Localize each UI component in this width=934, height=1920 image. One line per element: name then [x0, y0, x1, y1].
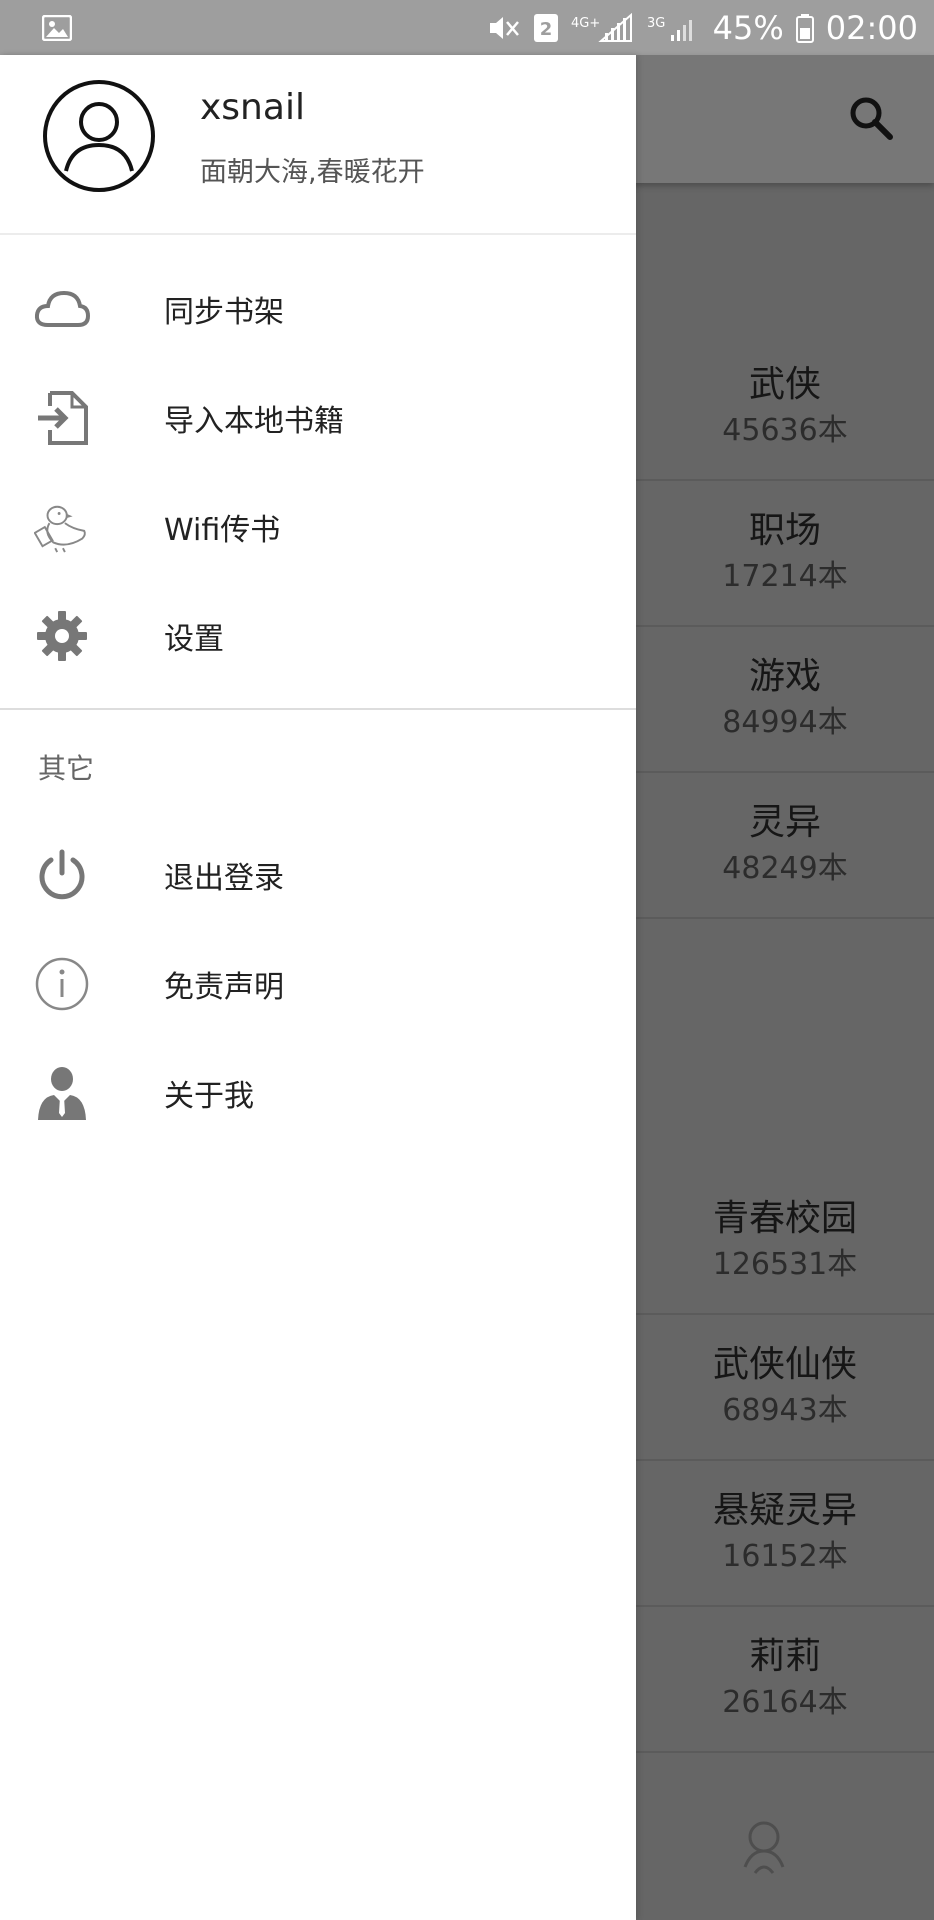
- menu-label: 导入本地书籍: [164, 404, 344, 439]
- menu-item-settings[interactable]: 设置: [0, 582, 636, 690]
- svg-text:2: 2: [539, 19, 552, 40]
- category-item[interactable]: 游戏 84994本: [636, 627, 934, 773]
- category-name: 莉莉: [748, 1636, 821, 1677]
- cloud-icon: [34, 281, 90, 337]
- category-item[interactable]: 武侠仙侠 68943本: [636, 1315, 934, 1461]
- menu-item-sync-shelf[interactable]: 同步书架: [0, 255, 636, 363]
- username: xsnail: [200, 87, 305, 128]
- category-name: 武侠: [748, 364, 821, 405]
- sim2-icon: 2: [533, 13, 559, 43]
- category-count: 17214本: [722, 559, 848, 594]
- bottom-nav-icon[interactable]: [733, 1815, 795, 1877]
- status-bar: 2 4G+ 3G 45% 02:00: [0, 0, 934, 55]
- category-name: 青春校园: [712, 1198, 857, 1239]
- section-title-other: 其它: [38, 752, 95, 785]
- category-count: 68943本: [722, 1393, 848, 1428]
- info-icon: [34, 956, 90, 1012]
- menu-item-wifi-transfer[interactable]: Wifi传书: [0, 473, 636, 581]
- duck-icon: [34, 499, 90, 555]
- person-icon: [34, 1065, 90, 1121]
- 3g-icon: 3G: [647, 13, 701, 43]
- battery-percent: 45%: [712, 8, 784, 47]
- menu-item-logout[interactable]: 退出登录: [0, 821, 636, 929]
- navigation-drawer: xsnail 面朝大海,春暖花开 同步书架 导入本地书籍 Wifi传书 设置 其…: [0, 55, 636, 1920]
- category-name: 灵异: [748, 802, 821, 843]
- category-name: 武侠仙侠: [712, 1344, 857, 1385]
- category-name: 职场: [748, 510, 821, 551]
- category-name: 悬疑灵异: [712, 1490, 857, 1531]
- category-count: 126531本: [712, 1247, 858, 1282]
- menu-label: 设置: [164, 622, 224, 657]
- category-item[interactable]: 青春校园 126531本: [636, 1169, 934, 1315]
- category-item[interactable]: 武侠 45636本: [636, 335, 934, 481]
- power-icon: [34, 847, 90, 903]
- menu-label: Wifi传书: [164, 513, 281, 548]
- clock: 02:00: [825, 8, 918, 47]
- avatar[interactable]: [42, 79, 156, 193]
- svg-text:4G+: 4G+: [571, 16, 600, 31]
- category-count: 48249本: [722, 851, 848, 886]
- menu-label: 关于我: [164, 1079, 254, 1114]
- 4g-icon: 4G+: [571, 12, 635, 43]
- section-divider: [0, 708, 636, 710]
- category-count: 84994本: [722, 705, 848, 740]
- menu-item-disclaimer[interactable]: 免责声明: [0, 930, 636, 1038]
- mute-icon: [487, 13, 521, 43]
- svg-text:3G: 3G: [647, 16, 665, 31]
- category-count: 26164本: [722, 1685, 848, 1720]
- category-item[interactable]: 灵异 48249本: [636, 773, 934, 919]
- battery-icon: [795, 13, 814, 43]
- menu-item-about-me[interactable]: 关于我: [0, 1039, 636, 1147]
- category-item[interactable]: 悬疑灵异 16152本: [636, 1461, 934, 1607]
- category-item[interactable]: 职场 17214本: [636, 481, 934, 627]
- user-motto: 面朝大海,春暖花开: [200, 157, 425, 188]
- category-item[interactable]: 莉莉 26164本: [636, 1607, 934, 1753]
- menu-label: 同步书架: [164, 295, 284, 330]
- image-icon: [42, 14, 72, 41]
- menu-label: 免责声明: [164, 970, 284, 1005]
- category-count: 45636本: [722, 413, 848, 448]
- gear-icon: [34, 608, 90, 664]
- drawer-header[interactable]: xsnail 面朝大海,春暖花开: [0, 55, 636, 235]
- category-count: 16152本: [722, 1539, 848, 1574]
- menu-label: 退出登录: [164, 861, 284, 896]
- import-file-icon: [34, 390, 90, 446]
- category-name: 游戏: [748, 656, 821, 697]
- menu-item-import-local[interactable]: 导入本地书籍: [0, 364, 636, 472]
